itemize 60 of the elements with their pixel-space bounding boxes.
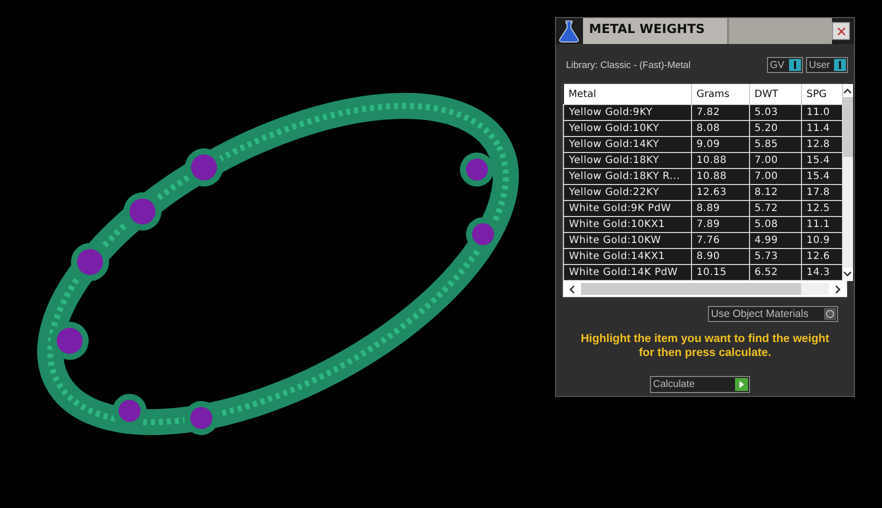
table-cell: 8.08 — [691, 120, 749, 136]
library-label: Library: Classic - (Fast)-Metal — [566, 60, 691, 70]
table-cell: 9.09 — [691, 136, 749, 152]
table-cell: 8.90 — [691, 248, 749, 264]
vertical-scrollbar[interactable] — [842, 84, 852, 281]
column-header[interactable]: Grams — [691, 84, 749, 104]
close-button[interactable] — [832, 22, 850, 40]
table-cell: 7.00 — [749, 152, 801, 168]
table-cell: 15.4 — [801, 152, 842, 168]
table-cell: 10.88 — [691, 152, 749, 168]
column-header[interactable]: SPG — [801, 84, 842, 104]
table-cell: Yellow Gold:18KY R... — [564, 168, 691, 184]
table-cell: 15.4 — [801, 168, 842, 184]
table-cell: 5.73 — [749, 248, 801, 264]
table-cell: 5.20 — [749, 120, 801, 136]
table-cell: 11.4 — [801, 120, 842, 136]
table-cell: 11.1 — [801, 216, 842, 232]
instruction-text: Highlight the item you want to find the weight for then press calculate. — [580, 332, 830, 361]
table-cell: 5.85 — [749, 136, 801, 152]
table-cell: 7.00 — [749, 168, 801, 184]
table-cell: 5.03 — [749, 104, 801, 120]
table-cell: 10.9 — [801, 232, 842, 248]
play-icon — [735, 378, 748, 391]
table-cell: 17.8 — [801, 184, 842, 200]
scroll-left-icon — [569, 284, 575, 294]
table-cell: Yellow Gold:14KY — [564, 136, 691, 152]
calculate-button[interactable]: Calculate — [650, 376, 750, 393]
window-title: METAL WEIGHTS — [583, 18, 729, 44]
scroll-down-icon — [843, 271, 852, 277]
table-cell: 12.63 — [691, 184, 749, 200]
table-cell: Yellow Gold:10KY — [564, 120, 691, 136]
toggle-button[interactable]: Use Object Materials — [708, 306, 838, 322]
table-cell: 7.82 — [691, 104, 749, 120]
table-cell: 5.08 — [749, 216, 801, 232]
table-cell: Yellow Gold:18KY — [564, 152, 691, 168]
table-cell: White Gold:10KW — [564, 232, 691, 248]
table-cell: 4.99 — [749, 232, 801, 248]
table-cell: White Gold:14KX1 — [564, 248, 691, 264]
table-cell: 5.72 — [749, 200, 801, 216]
table-cell: 8.89 — [691, 200, 749, 216]
table-cell: White Gold:9K PdW — [564, 200, 691, 216]
table-cell: 7.89 — [691, 216, 749, 232]
table-cell: 11.0 — [801, 104, 842, 120]
table-cell: 10.88 — [691, 168, 749, 184]
table-cell: 12.8 — [801, 136, 842, 152]
table-cell: Yellow Gold:9KY — [564, 104, 691, 120]
column-header[interactable]: Metal — [564, 84, 691, 104]
table-cell: White Gold:10KX1 — [564, 216, 691, 232]
table-cell: 7.76 — [691, 232, 749, 248]
table-cell: 8.12 — [749, 184, 801, 200]
table-cell: Yellow Gold:22KY — [564, 184, 691, 200]
toggle-button[interactable]: User — [806, 57, 848, 73]
column-header[interactable]: DWT — [749, 84, 801, 104]
table-cell: 12.6 — [801, 248, 842, 264]
close-icon — [836, 26, 846, 36]
scroll-up-icon — [843, 88, 852, 94]
scroll-right-icon — [835, 284, 841, 294]
flask-icon — [557, 19, 581, 43]
table-cell: 12.5 — [801, 200, 842, 216]
toggle-button[interactable]: GV — [766, 57, 803, 73]
